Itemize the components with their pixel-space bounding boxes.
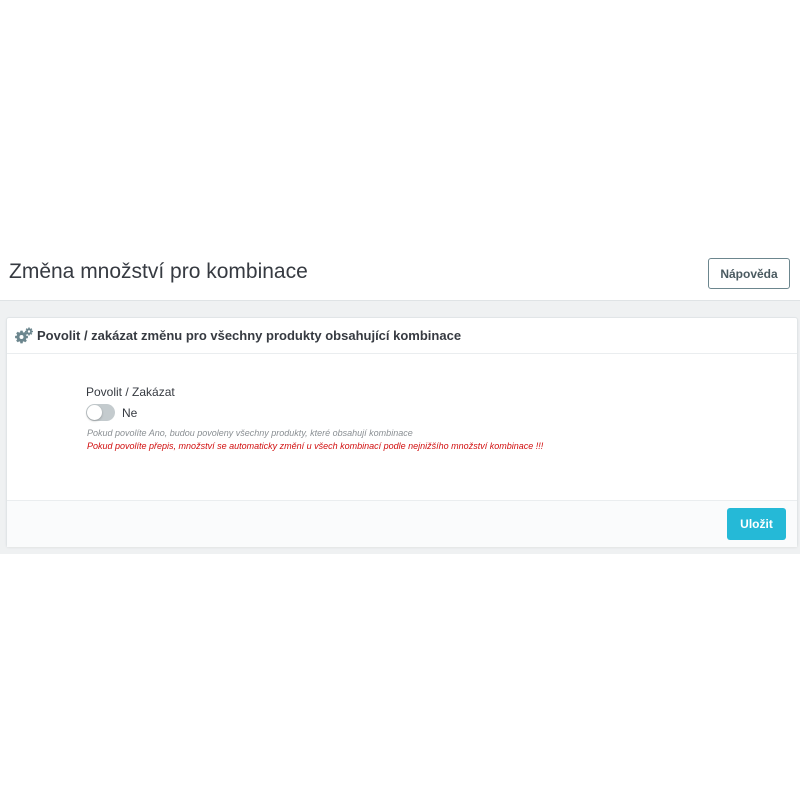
enable-disable-label: Povolit / Zakázat (86, 385, 175, 399)
panel-heading: Povolit / zakázat změnu pro všechny prod… (7, 318, 797, 354)
switch-knob (87, 405, 102, 420)
warning-text: Pokud povolíte přepis, množství se autom… (87, 441, 544, 451)
save-button[interactable]: Uložit (727, 508, 786, 540)
help-text: Pokud povolíte Ano, budou povoleny všech… (87, 428, 413, 438)
form-body: Povolit / Zakázat Ne Pokud povolíte Ano,… (7, 354, 797, 500)
settings-panel: Povolit / zakázat změnu pro všechny prod… (6, 317, 798, 547)
gears-icon (14, 326, 34, 346)
help-button[interactable]: Nápověda (708, 258, 790, 289)
panel-heading-text: Povolit / zakázat změnu pro všechny prod… (37, 328, 462, 343)
panel-footer: Uložit (7, 500, 797, 547)
page-header: Změna množství pro kombinace Nápověda (0, 248, 800, 300)
page-title: Změna množství pro kombinace (9, 260, 308, 283)
content-area: Povolit / zakázat změnu pro všechny prod… (0, 300, 800, 554)
switch-value-label: Ne (122, 406, 138, 420)
enable-disable-switch[interactable] (86, 404, 115, 421)
